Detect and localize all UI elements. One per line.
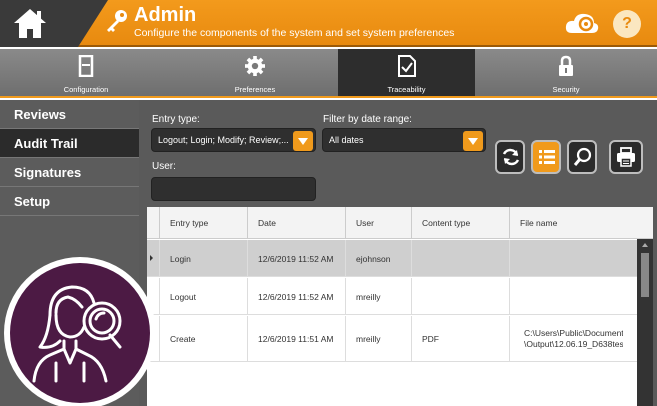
cell-content-type [411,278,509,315]
tab-configuration[interactable]: Configuration [0,49,172,96]
main-tabs: Configuration Preferences Traceability S… [0,49,657,98]
cell-entry-type: Logout [159,278,247,315]
scrollbar-thumb[interactable] [641,253,649,297]
home-button[interactable] [0,0,108,47]
scroll-up-icon[interactable] [642,243,648,247]
column-header[interactable]: User [345,207,411,239]
refresh-icon [502,148,520,166]
header-bar: Admin Configure the components of the sy… [0,0,657,47]
table-header: Entry type Date User Content type File n… [147,207,653,239]
entry-type-label: Entry type: [152,114,200,125]
cell-user: mreilly [345,316,411,362]
tab-preferences[interactable]: Preferences [172,49,338,96]
cell-content-type: PDF [411,316,509,362]
column-header[interactable]: Content type [411,207,509,239]
tab-label: Security [552,85,580,94]
app-window: Admin Configure the components of the sy… [0,0,657,406]
sidebar-item-audit-trail[interactable]: Audit Trail [0,129,139,158]
file-path-line-2: \Output\12.06.19_D638test. [524,339,623,349]
key-icon [107,10,127,32]
cell-entry-type: Login [159,240,247,277]
table-row[interactable]: Logout 12/6/2019 11:52 AM mreilly [147,278,637,315]
cell-user: mreilly [345,278,411,315]
cloud-sync-icon[interactable] [564,9,600,37]
tab-label: Preferences [234,85,276,94]
date-range-value: All dates [329,135,364,145]
woman-magnifier-icon [32,285,122,383]
print-button[interactable] [609,140,643,174]
table-row[interactable]: Login 12/6/2019 11:52 AM ejohnson [147,240,637,277]
page-subtitle: Configure the components of the system a… [134,27,455,39]
tab-label: Traceability [387,85,426,94]
search-icon [573,147,592,166]
table-row[interactable]: Create 12/6/2019 11:51 AM mreilly PDF C:… [147,316,637,362]
audit-trail-panel: Entry type: Logout; Login; Modify; Revie… [139,100,657,406]
home-icon [14,9,46,38]
cell-date: 12/6/2019 11:52 AM [247,240,345,277]
entry-type-select[interactable]: Logout; Login; Modify; Review;... [151,128,316,152]
sidebar-item-signatures[interactable]: Signatures [0,158,139,187]
file-path-line-1: C:\Users\Public\Documents [524,328,623,338]
cell-user: ejohnson [345,240,411,277]
entry-type-value: Logout; Login; Modify; Review;... [158,135,289,145]
table-scrollbar[interactable] [637,239,653,406]
cell-file-name: C:\Users\Public\Documents \Output\12.06.… [509,316,623,362]
column-header[interactable]: Date [247,207,345,239]
cell-file-name [509,240,623,277]
cell-date: 12/6/2019 11:52 AM [247,278,345,315]
auditor-badge [4,257,156,406]
page-title: Admin [134,4,197,26]
door-icon [78,55,94,77]
user-input[interactable] [151,177,316,201]
cell-file-name [509,278,623,315]
list-view-icon [539,150,555,164]
cell-entry-type: Create [159,316,247,362]
chevron-down-icon[interactable] [293,131,313,151]
search-button[interactable] [567,140,597,174]
date-range-label: Filter by date range: [323,114,412,125]
tab-label: Configuration [63,85,109,94]
chevron-down-icon[interactable] [463,131,483,151]
list-view-button[interactable] [531,140,561,174]
document-check-icon [397,55,416,77]
cell-content-type [411,240,509,277]
sidebar-item-reviews[interactable]: Reviews [0,100,139,129]
sidebar-item-setup[interactable]: Setup [0,187,139,216]
date-range-select[interactable]: All dates [322,128,486,152]
refresh-button[interactable] [495,140,525,174]
column-header[interactable]: Entry type [159,207,247,239]
column-header[interactable]: File name [509,207,623,239]
print-icon [617,147,635,167]
tab-security[interactable]: Security [475,49,657,96]
help-icon[interactable]: ? [613,10,641,38]
cell-date: 12/6/2019 11:51 AM [247,316,345,362]
lock-icon [559,55,573,76]
gear-icon [245,56,265,76]
tab-traceability[interactable]: Traceability [338,49,475,96]
audit-trail-table: Entry type Date User Content type File n… [147,207,653,406]
user-label: User: [152,161,176,172]
